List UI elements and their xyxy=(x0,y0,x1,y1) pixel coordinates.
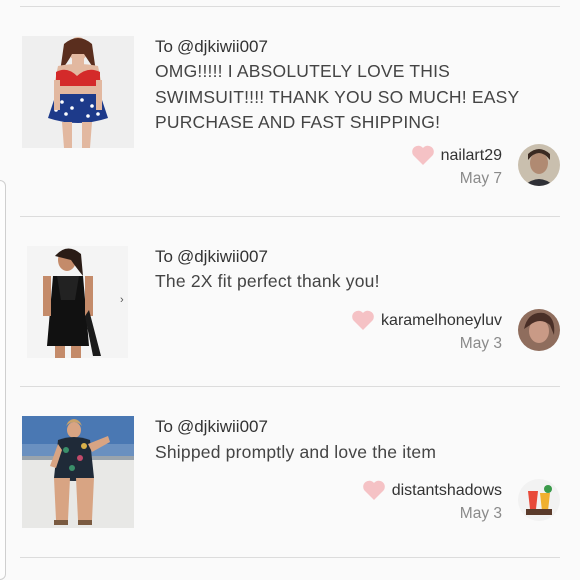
review-recipient: To @djkiwii007 xyxy=(155,247,268,267)
reviewer-username[interactable]: karamelhoneyluv xyxy=(381,312,502,330)
divider xyxy=(20,216,560,217)
heart-icon[interactable] xyxy=(362,480,386,501)
review-comment: The 2X fit perfect thank you! xyxy=(155,271,380,291)
recipient-handle[interactable]: @djkiwii007 xyxy=(177,37,268,56)
divider xyxy=(20,386,560,387)
review-recipient: To @djkiwii007 xyxy=(155,37,268,57)
heart-icon[interactable] xyxy=(351,310,375,331)
divider xyxy=(20,557,560,558)
review-date: May 7 xyxy=(459,170,502,187)
review-meta: karamelhoneyluv May 3 xyxy=(351,310,502,353)
review-date: May 3 xyxy=(459,335,502,352)
recipient-handle[interactable]: @djkiwii007 xyxy=(177,247,268,266)
reviewer-username[interactable]: nailart29 xyxy=(441,147,502,165)
side-drawer-handle[interactable] xyxy=(0,180,6,580)
review-recipient: To @djkiwii007 xyxy=(155,417,268,437)
heart-icon[interactable] xyxy=(411,145,435,166)
recipient-prefix: To xyxy=(155,37,173,56)
product-thumbnail[interactable] xyxy=(22,36,134,148)
divider xyxy=(20,6,560,7)
product-thumbnail[interactable] xyxy=(27,246,128,358)
recipient-prefix: To xyxy=(155,417,173,436)
review-meta: distantshadows May 3 xyxy=(362,480,502,523)
review-comment: Shipped promptly and love the item xyxy=(155,442,437,462)
reviewer-username[interactable]: distantshadows xyxy=(392,482,502,500)
recipient-handle[interactable]: @djkiwii007 xyxy=(177,417,268,436)
avatar[interactable] xyxy=(518,479,560,521)
product-thumbnail[interactable] xyxy=(22,416,134,528)
review-meta: nailart29 May 7 xyxy=(411,145,502,188)
review-date: May 3 xyxy=(459,505,502,522)
avatar[interactable] xyxy=(518,309,560,351)
reviews-feed: To @djkiwii007 OMG!!!!! I ABSOLUTELY LOVE… xyxy=(0,0,580,580)
review-comment: OMG!!!!! I ABSOLUTELY LOVE THIS SWIMSUIT… xyxy=(155,61,520,132)
carousel-next-icon[interactable]: › xyxy=(120,294,124,306)
recipient-prefix: To xyxy=(155,247,173,266)
avatar[interactable] xyxy=(518,144,560,186)
